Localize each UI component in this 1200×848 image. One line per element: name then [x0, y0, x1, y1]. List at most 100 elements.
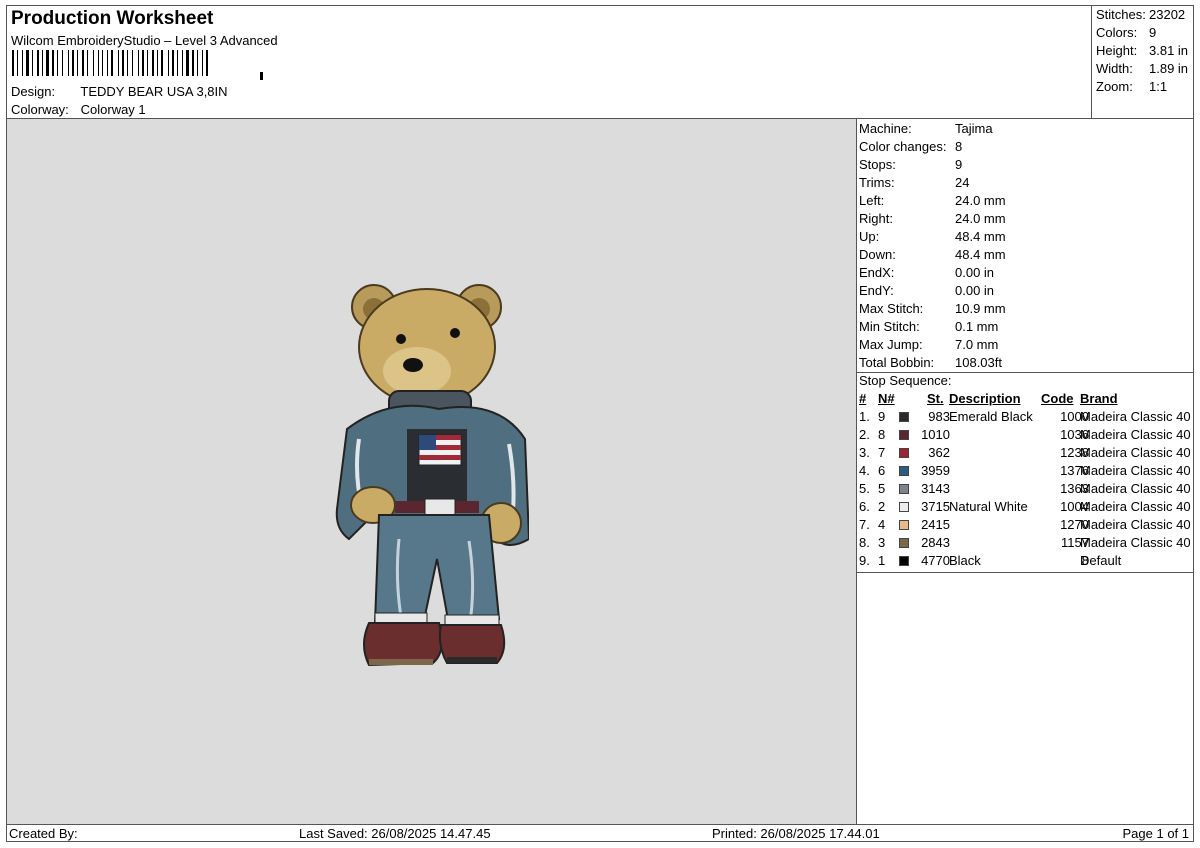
stop-row-needle: 8: [878, 427, 886, 442]
stop-row-index: 2.: [859, 427, 870, 442]
width-value: 1.89 in: [1149, 61, 1189, 76]
machine-row-label: Color changes:: [859, 139, 947, 154]
machine-row-label: Max Jump:: [859, 337, 923, 352]
colors-row: Colors: 9: [1096, 25, 1156, 43]
design-value: TEDDY BEAR USA 3,8IN: [80, 84, 228, 99]
thread-color-swatch: [899, 466, 909, 476]
stop-row-stitches: 983: [928, 409, 950, 424]
colorway-label: Colorway:: [11, 102, 69, 117]
machine-row: Stops: 9: [859, 157, 962, 175]
thread-color-swatch: [899, 520, 909, 530]
design-row: Design: TEDDY BEAR USA 3,8IN: [11, 84, 228, 99]
stop-row-index: 6.: [859, 499, 870, 514]
stop-row-description: Black: [949, 553, 981, 568]
stitches-row: Stitches: 23202: [1096, 7, 1185, 25]
machine-row-label: Stops:: [859, 157, 896, 172]
stop-row-needle: 7: [878, 445, 886, 460]
stop-row: 6. 2 3715 Natural White 1004 Madeira Classic …: [857, 499, 1193, 517]
thread-color-swatch: [899, 502, 909, 512]
stop-row-index: 1.: [859, 409, 870, 424]
width-label: Width:: [1096, 61, 1133, 76]
stitches-value: 23202: [1149, 7, 1186, 22]
stop-row: 8. 3 2843 1157 Madeira Classic 40: [857, 535, 1193, 553]
machine-row: Trims: 24: [859, 175, 969, 193]
machine-row-value: 10.9 mm: [955, 301, 1006, 316]
height-label: Height:: [1096, 43, 1138, 58]
stop-row-brand: Default: [1080, 553, 1122, 568]
machine-row: Down: 48.4 mm: [859, 247, 1006, 265]
height-value: 3.81 in: [1149, 43, 1189, 58]
machine-row-value: 9: [955, 157, 963, 172]
stop-row-needle: 5: [878, 481, 886, 496]
teddy-bear-embroidery-image: [335, 284, 529, 667]
thread-color-swatch: [899, 430, 909, 440]
machine-row-value: 0.1 mm: [955, 319, 999, 334]
printed-date: Printed: 26/08/2025 17.44.01: [712, 826, 880, 841]
machine-row-label: Min Stitch:: [859, 319, 920, 334]
stop-row-stitches: 3959: [921, 463, 950, 478]
machine-row: Right: 24.0 mm: [859, 211, 1006, 229]
height-row: Height: 3.81 in: [1096, 43, 1188, 61]
stop-row-brand: Madeira Classic 40: [1080, 499, 1191, 514]
page-title: Production Worksheet: [11, 8, 214, 29]
machine-info-panel: Machine: Tajima Color changes: 8 Stops: 9 Trim…: [857, 119, 1193, 825]
zoom-row: Zoom: 1:1: [1096, 79, 1167, 97]
col-header-code: Code: [1041, 391, 1074, 406]
col-header-description: Description: [949, 391, 1021, 406]
stop-row-needle: 2: [878, 499, 886, 514]
stop-row: 7. 4 2415 1270 Madeira Classic 40: [857, 517, 1193, 535]
stop-row-needle: 4: [878, 517, 886, 532]
machine-row: Min Stitch: 0.1 mm: [859, 319, 998, 337]
width-row: Width: 1.89 in: [1096, 61, 1188, 79]
last-saved: Last Saved: 26/08/2025 14.47.45: [299, 826, 491, 841]
page-number: Page 1 of 1: [1122, 826, 1190, 841]
stop-row: 3. 7 362 1238 Madeira Classic 40: [857, 445, 1193, 463]
machine-row-value: 7.0 mm: [955, 337, 999, 352]
machine-row-label: Up:: [859, 229, 880, 244]
stop-row-index: 8.: [859, 535, 870, 550]
stitches-label: Stitches:: [1096, 7, 1146, 22]
thread-color-swatch: [899, 448, 909, 458]
stop-row-stitches: 3715: [921, 499, 950, 514]
machine-row-label: Machine:: [859, 121, 912, 136]
machine-row: Machine: Tajima: [859, 121, 993, 139]
stop-row-brand: Madeira Classic 40: [1080, 481, 1191, 496]
machine-row-label: Down:: [859, 247, 896, 262]
machine-row-label: Right:: [859, 211, 893, 226]
machine-row: Max Stitch: 10.9 mm: [859, 301, 1006, 319]
created-by: Created By:: [9, 826, 78, 841]
design-summary: Stitches: 23202 Colors: 9 Height: 3.81 in W…: [1092, 6, 1193, 119]
stop-row-index: 3.: [859, 445, 870, 460]
machine-row: EndX: 0.00 in: [859, 265, 994, 283]
machine-row-value: 8: [955, 139, 963, 154]
machine-row-value: 0.00 in: [955, 265, 995, 280]
col-header-brand: Brand: [1080, 391, 1118, 406]
stop-row-brand: Madeira Classic 40: [1080, 517, 1191, 532]
machine-row: Max Jump: 7.0 mm: [859, 337, 998, 355]
machine-row-value: 108.03ft: [955, 355, 1002, 370]
colorway-value: Colorway 1: [80, 102, 146, 117]
machine-row-value: 48.4 mm: [955, 229, 1006, 244]
stop-row-stitches: 3143: [921, 481, 950, 496]
machine-row-label: EndY:: [859, 283, 894, 298]
worksheet-footer: Created By: Last Saved: 26/08/2025 14.47…: [7, 825, 1193, 842]
stop-row-brand: Madeira Classic 40: [1080, 463, 1191, 478]
zoom-value: 1:1: [1149, 79, 1168, 94]
stop-row-index: 4.: [859, 463, 870, 478]
machine-row: Total Bobbin: 108.03ft: [859, 355, 1002, 373]
colorway-row: Colorway: Colorway 1: [11, 102, 146, 117]
machine-row-value: Tajima: [955, 121, 993, 136]
machine-row-value: 0.00 in: [955, 283, 995, 298]
zoom-label: Zoom:: [1096, 79, 1133, 94]
colors-value: 9: [1149, 25, 1157, 40]
stop-row-index: 9.: [859, 553, 870, 568]
stop-row-stitches: 362: [928, 445, 950, 460]
stop-row: 1. 9 983 Emerald Black 1000 Madeira Classic 4…: [857, 409, 1193, 427]
stop-row-index: 5.: [859, 481, 870, 496]
stop-row-description: Natural White: [949, 499, 1028, 514]
col-header-needle: N#: [878, 391, 895, 406]
stop-row-brand: Madeira Classic 40: [1080, 535, 1191, 550]
worksheet-header: Production Worksheet Wilcom EmbroiderySt…: [7, 6, 1092, 119]
machine-row: EndY: 0.00 in: [859, 283, 994, 301]
stop-row-index: 7.: [859, 517, 870, 532]
